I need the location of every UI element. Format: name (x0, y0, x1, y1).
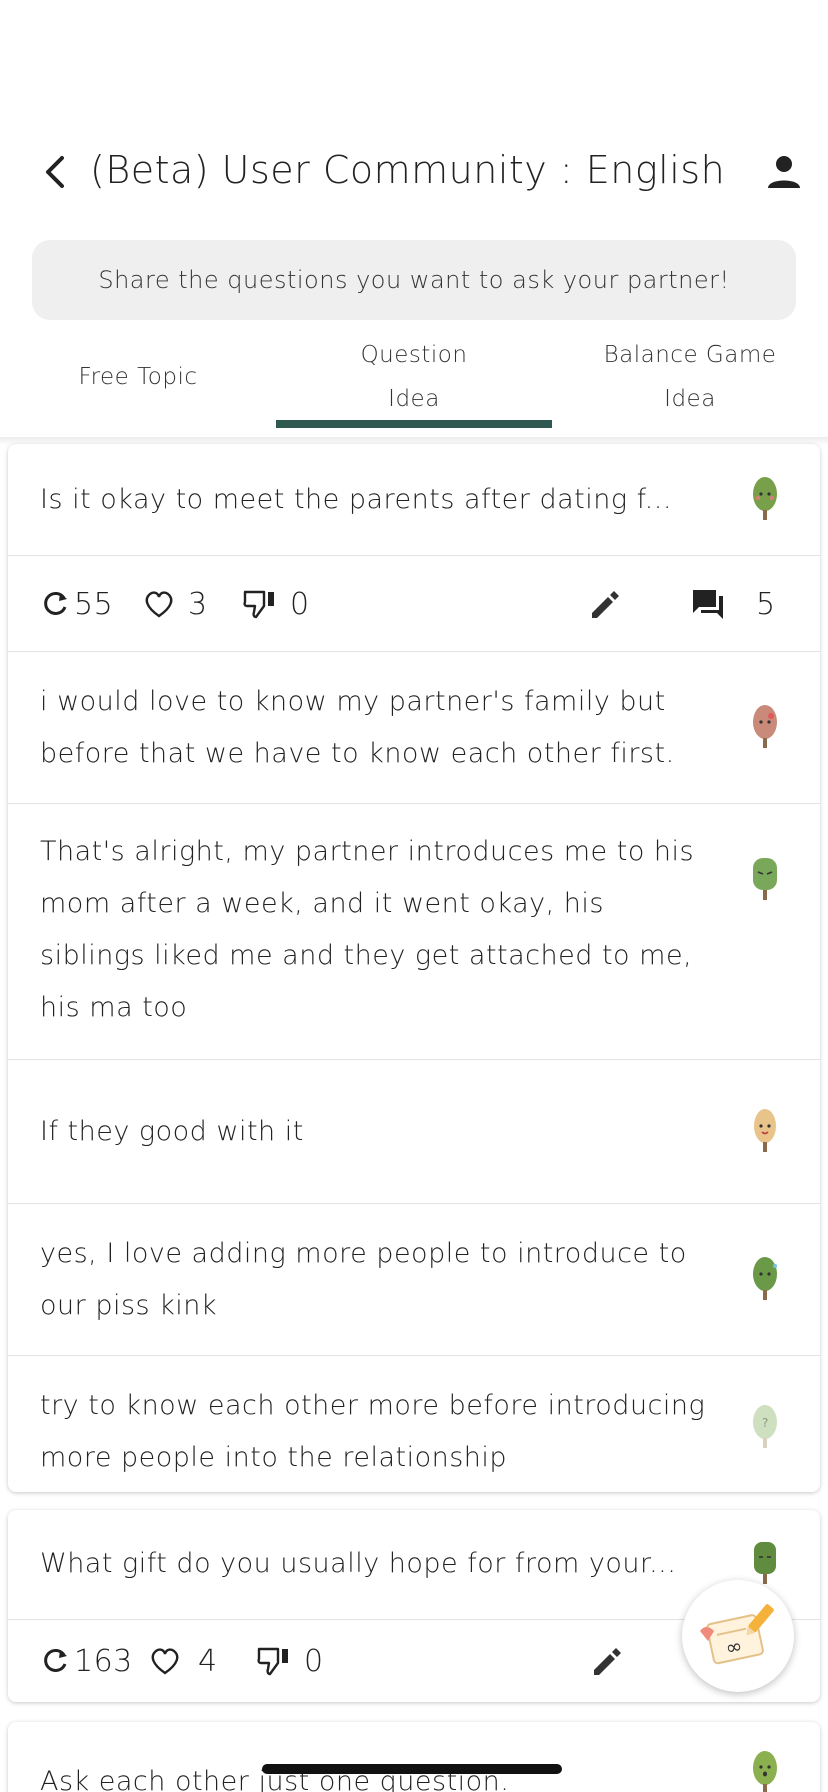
pencil-icon (594, 1648, 621, 1675)
svg-text:?: ? (762, 1416, 768, 1430)
profile-button[interactable] (762, 150, 806, 194)
comment-button[interactable] (690, 556, 730, 652)
like-count: 3 (188, 586, 208, 622)
dislike-count: 0 (304, 1643, 324, 1679)
comment-text: i would love to know my partner's family… (40, 686, 675, 769)
comment-row: yes, I love adding more people to introd… (8, 1204, 820, 1356)
tree-avatar-icon (753, 477, 777, 520)
heart-icon (151, 1648, 179, 1675)
edit-button[interactable] (588, 556, 626, 652)
comment-text: If they good with it (40, 1116, 304, 1147)
tab-label-line1: Balance Game (603, 342, 777, 368)
tab-label: Free Topic (78, 364, 198, 390)
edit-button[interactable] (590, 1620, 628, 1702)
tab-label-line2: Idea (664, 386, 716, 412)
repost-stat[interactable]: 163 (40, 1620, 133, 1702)
post-question: Ask each other just one question. (40, 1766, 510, 1792)
repost-count: 163 (74, 1643, 133, 1679)
comment-text: try to know each other more before intro… (40, 1390, 706, 1473)
comment-row: i would love to know my partner's family… (8, 652, 820, 804)
like-stat[interactable]: 4 (148, 1620, 218, 1702)
repost-stat[interactable]: 55 (40, 556, 113, 652)
thumbs-down-icon (243, 590, 274, 619)
post-question: Is it okay to meet the parents after dat… (40, 484, 672, 515)
tree-avatar-icon (754, 1542, 776, 1584)
post-question: What gift do you usually hope for from y… (40, 1548, 677, 1579)
comment-row: If they good with it (8, 1060, 820, 1204)
dislike-stat[interactable]: 0 (256, 1620, 324, 1702)
info-banner: Share the questions you want to ask your… (32, 240, 796, 320)
tab-question-idea[interactable]: Question Idea (276, 330, 552, 424)
tree-avatar-icon: ? (753, 1405, 777, 1448)
comment-text: That's alright, my partner introduces me… (40, 836, 695, 1023)
chevron-left-icon (46, 156, 64, 188)
post-stats-bar: 55 3 0 5 (8, 556, 820, 652)
back-button[interactable] (34, 150, 78, 194)
home-indicator[interactable] (262, 1764, 562, 1774)
post-question-row[interactable]: Ask each other just one question. (8, 1722, 820, 1792)
tab-label-line2: Idea (388, 386, 440, 412)
post-card[interactable]: Ask each other just one question. (8, 1722, 820, 1792)
post-question-row[interactable]: Is it okay to meet the parents after dat… (8, 444, 820, 556)
tab-free-topic[interactable]: Free Topic (0, 330, 276, 424)
comment-row: That's alright, my partner introduces me… (8, 804, 820, 1060)
like-count: 4 (198, 1643, 218, 1679)
tab-balance-game-idea[interactable]: Balance Game Idea (552, 330, 828, 424)
dislike-stat[interactable]: 0 (242, 556, 310, 652)
dislike-count: 0 (290, 586, 310, 622)
pencil-icon (592, 591, 619, 618)
tree-avatar-icon (753, 858, 777, 900)
like-stat[interactable]: 3 (142, 556, 208, 652)
comment-text: yes, I love adding more people to introd… (40, 1238, 687, 1321)
repost-count: 55 (74, 586, 114, 622)
heart-icon (145, 591, 173, 618)
tab-bar: Free Topic Question Idea Balance Game Id… (0, 330, 828, 430)
tree-avatar-icon (753, 1257, 777, 1300)
compose-icon: ∞ (700, 1604, 774, 1665)
tab-selected-indicator (276, 420, 552, 428)
post-card[interactable]: Is it okay to meet the parents after dat… (8, 444, 820, 1492)
repost-icon (44, 1648, 67, 1672)
tab-label-line1: Question (360, 342, 468, 368)
user-icon (768, 156, 800, 188)
comment-row: try to know each other more before intro… (8, 1356, 820, 1492)
thumbs-down-icon (257, 1647, 288, 1676)
write-post-button[interactable]: ∞ (682, 1580, 794, 1692)
tree-avatar-icon (754, 1109, 776, 1152)
tree-avatar-icon (753, 1751, 777, 1792)
comment-count: 5 (756, 586, 776, 622)
page-title: (Beta) User Community : English (90, 148, 726, 192)
chat-icon (693, 590, 723, 619)
repost-icon (44, 591, 67, 615)
tree-avatar-icon (753, 705, 777, 748)
header: (Beta) User Community : English (0, 140, 828, 210)
